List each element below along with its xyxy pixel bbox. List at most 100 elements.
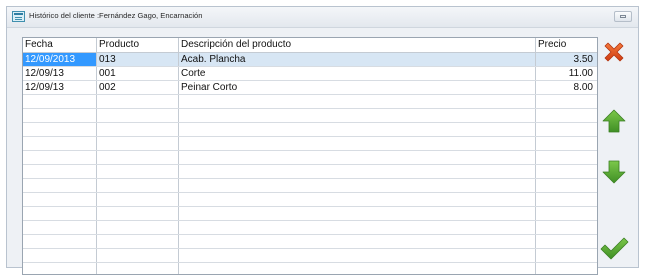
cell-fecha[interactable]: 12/09/2013 (23, 53, 97, 66)
window-title: Histórico del cliente :Fernández Gago, E… (29, 11, 203, 20)
cell-descripcion[interactable]: Acab. Plancha (179, 53, 536, 66)
empty-cell[interactable] (23, 207, 97, 220)
empty-cell[interactable] (536, 221, 597, 234)
empty-cell[interactable] (97, 207, 179, 220)
table-row-empty[interactable] (23, 165, 597, 179)
empty-cell[interactable] (23, 137, 97, 150)
empty-cell[interactable] (179, 193, 536, 206)
table-row-empty[interactable] (23, 179, 597, 193)
table-row[interactable]: 12/09/13 001 Corte 11.00 (23, 67, 597, 81)
cell-descripcion[interactable]: Corte (179, 67, 536, 80)
empty-cell[interactable] (97, 137, 179, 150)
empty-cell[interactable] (179, 221, 536, 234)
empty-cell[interactable] (97, 151, 179, 164)
empty-cell[interactable] (536, 165, 597, 178)
table-row[interactable]: 12/09/2013 013 Acab. Plancha 3.50 (23, 53, 597, 67)
empty-cell[interactable] (179, 109, 536, 122)
empty-cell[interactable] (23, 95, 97, 108)
empty-cell[interactable] (179, 179, 536, 192)
empty-cell[interactable] (23, 123, 97, 136)
empty-cell[interactable] (97, 193, 179, 206)
empty-cell[interactable] (536, 263, 597, 274)
empty-cell[interactable] (97, 263, 179, 274)
cell-descripcion[interactable]: Peinar Corto (179, 81, 536, 94)
table-row-empty[interactable] (23, 221, 597, 235)
empty-cell[interactable] (23, 193, 97, 206)
empty-cell[interactable] (97, 165, 179, 178)
close-x-icon (604, 42, 624, 62)
table-row-empty[interactable] (23, 109, 597, 123)
empty-cell[interactable] (179, 263, 536, 274)
empty-cell[interactable] (179, 207, 536, 220)
empty-cell[interactable] (536, 123, 597, 136)
cell-precio[interactable]: 11.00 (536, 67, 597, 80)
empty-cell[interactable] (536, 193, 597, 206)
empty-cell[interactable] (23, 249, 97, 262)
column-header-precio[interactable]: Precio (536, 38, 597, 52)
cell-fecha[interactable]: 12/09/13 (23, 67, 97, 80)
table-row-empty[interactable] (23, 263, 597, 274)
empty-cell[interactable] (97, 221, 179, 234)
empty-cell[interactable] (97, 123, 179, 136)
table-row[interactable]: 12/09/13 002 Peinar Corto 8.00 (23, 81, 597, 95)
accept-button[interactable] (598, 232, 630, 264)
cell-precio[interactable]: 3.50 (536, 53, 597, 66)
history-window: Histórico del cliente :Fernández Gago, E… (6, 6, 639, 275)
restore-window-button[interactable] (614, 11, 632, 22)
empty-cell[interactable] (179, 235, 536, 248)
empty-cell[interactable] (97, 249, 179, 262)
empty-cell[interactable] (536, 151, 597, 164)
empty-cell[interactable] (23, 235, 97, 248)
empty-cell[interactable] (536, 249, 597, 262)
cell-producto[interactable]: 002 (97, 81, 179, 94)
checkmark-icon (600, 237, 629, 260)
empty-cell[interactable] (536, 109, 597, 122)
table-row-empty[interactable] (23, 95, 597, 109)
cell-producto[interactable]: 013 (97, 53, 179, 66)
empty-rows (23, 95, 597, 274)
empty-cell[interactable] (23, 165, 97, 178)
empty-cell[interactable] (179, 123, 536, 136)
empty-cell[interactable] (179, 95, 536, 108)
table-row-empty[interactable] (23, 207, 597, 221)
empty-cell[interactable] (536, 95, 597, 108)
table-header: Fecha Producto Descripción del producto … (23, 38, 597, 53)
title-bar: Histórico del cliente :Fernández Gago, E… (7, 7, 638, 28)
cell-producto[interactable]: 001 (97, 67, 179, 80)
column-header-producto[interactable]: Producto (97, 38, 179, 52)
empty-cell[interactable] (536, 179, 597, 192)
empty-cell[interactable] (536, 235, 597, 248)
table-row-empty[interactable] (23, 123, 597, 137)
empty-cell[interactable] (97, 235, 179, 248)
table-row-empty[interactable] (23, 193, 597, 207)
arrow-down-icon (602, 160, 626, 184)
empty-cell[interactable] (97, 179, 179, 192)
cell-precio[interactable]: 8.00 (536, 81, 597, 94)
empty-cell[interactable] (179, 165, 536, 178)
empty-cell[interactable] (536, 137, 597, 150)
table-row-empty[interactable] (23, 151, 597, 165)
move-up-button[interactable] (598, 105, 630, 137)
cell-fecha[interactable]: 12/09/13 (23, 81, 97, 94)
empty-cell[interactable] (23, 109, 97, 122)
column-header-descripcion[interactable]: Descripción del producto (179, 38, 536, 52)
empty-cell[interactable] (179, 249, 536, 262)
table-row-empty[interactable] (23, 235, 597, 249)
empty-cell[interactable] (23, 151, 97, 164)
empty-cell[interactable] (97, 109, 179, 122)
table-row-empty[interactable] (23, 249, 597, 263)
table-row-empty[interactable] (23, 137, 597, 151)
empty-cell[interactable] (23, 221, 97, 234)
column-header-fecha[interactable]: Fecha (23, 38, 97, 52)
history-table[interactable]: Fecha Producto Descripción del producto … (22, 37, 598, 275)
arrow-up-icon (602, 109, 626, 133)
empty-cell[interactable] (179, 137, 536, 150)
empty-cell[interactable] (23, 179, 97, 192)
close-button[interactable] (598, 36, 630, 68)
empty-cell[interactable] (97, 95, 179, 108)
empty-cell[interactable] (179, 151, 536, 164)
window-app-icon (12, 11, 25, 22)
empty-cell[interactable] (536, 207, 597, 220)
move-down-button[interactable] (598, 156, 630, 188)
empty-cell[interactable] (23, 263, 97, 274)
